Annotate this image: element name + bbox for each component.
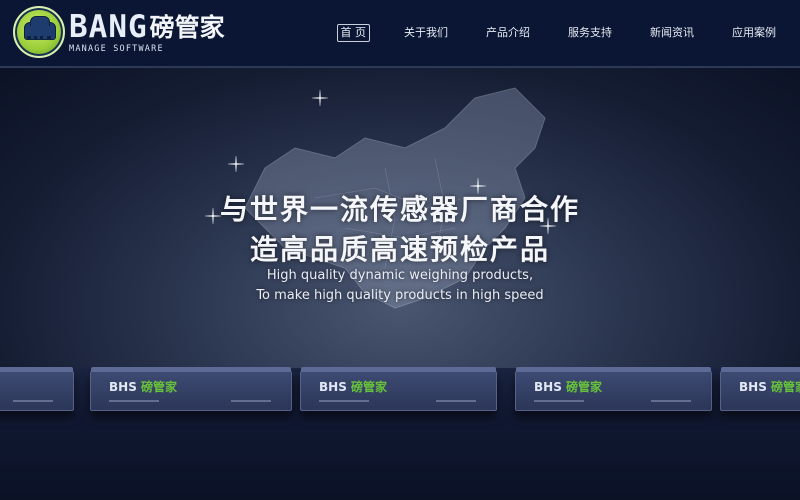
hero-headline-1: 与世界一流传感器厂商合作 — [219, 193, 580, 226]
product-device: BHS 磅管家 — [515, 367, 712, 411]
nav-item-about[interactable]: 关于我们 — [400, 24, 452, 42]
product-device: BHS 磅管家 — [90, 367, 292, 411]
product-device: BHS 磅管家 — [300, 367, 497, 411]
sparkle-icon — [228, 156, 244, 172]
logo[interactable]: BANG 磅管家 MANAGE SOFTWARE — [13, 6, 225, 58]
sparkle-icon — [312, 90, 328, 106]
device-brand: BHS — [109, 380, 137, 394]
device-brand-cn: 磅管家 — [351, 380, 388, 394]
device-brand: BHS — [319, 380, 347, 394]
product-device: BHS 磅管家 — [720, 367, 800, 411]
hero-banner: 与世界一流传感器厂商合作 造高品质高速预检产品 High quality dyn… — [0, 68, 800, 500]
device-brand-cn: 磅管家 — [141, 380, 178, 394]
hero-subline-2: To make high quality products in high sp… — [256, 288, 544, 303]
brand-chinese: 磅管家 — [149, 12, 225, 42]
nav-item-news[interactable]: 新闻资讯 — [646, 24, 698, 42]
brand-latin: BANG — [69, 8, 148, 45]
nav-item-support[interactable]: 服务支持 — [564, 24, 616, 42]
logo-car-icon — [13, 6, 65, 58]
hero-subline-1: High quality dynamic weighing products, — [266, 268, 534, 283]
nav-item-cases[interactable]: 应用案例 — [728, 24, 780, 42]
device-brand: BHS — [534, 380, 562, 394]
brand-tagline: MANAGE SOFTWARE — [69, 43, 164, 54]
nav-item-home[interactable]: 首 页 — [336, 24, 370, 42]
device-brand: BHS — [739, 380, 767, 394]
device-brand-cn: 磅管家 — [771, 380, 800, 394]
device-brand-cn: 磅管家 — [566, 380, 603, 394]
main-nav: 首 页 关于我们 产品介绍 服务支持 新闻资讯 应用案例 — [307, 24, 781, 42]
product-device — [0, 367, 74, 411]
site-header: BANG 磅管家 MANAGE SOFTWARE 首 页 关于我们 产品介绍 服… — [0, 0, 800, 68]
nav-item-products[interactable]: 产品介绍 — [482, 24, 534, 42]
hero-headline-2: 造高品质高速预检产品 — [249, 233, 550, 266]
